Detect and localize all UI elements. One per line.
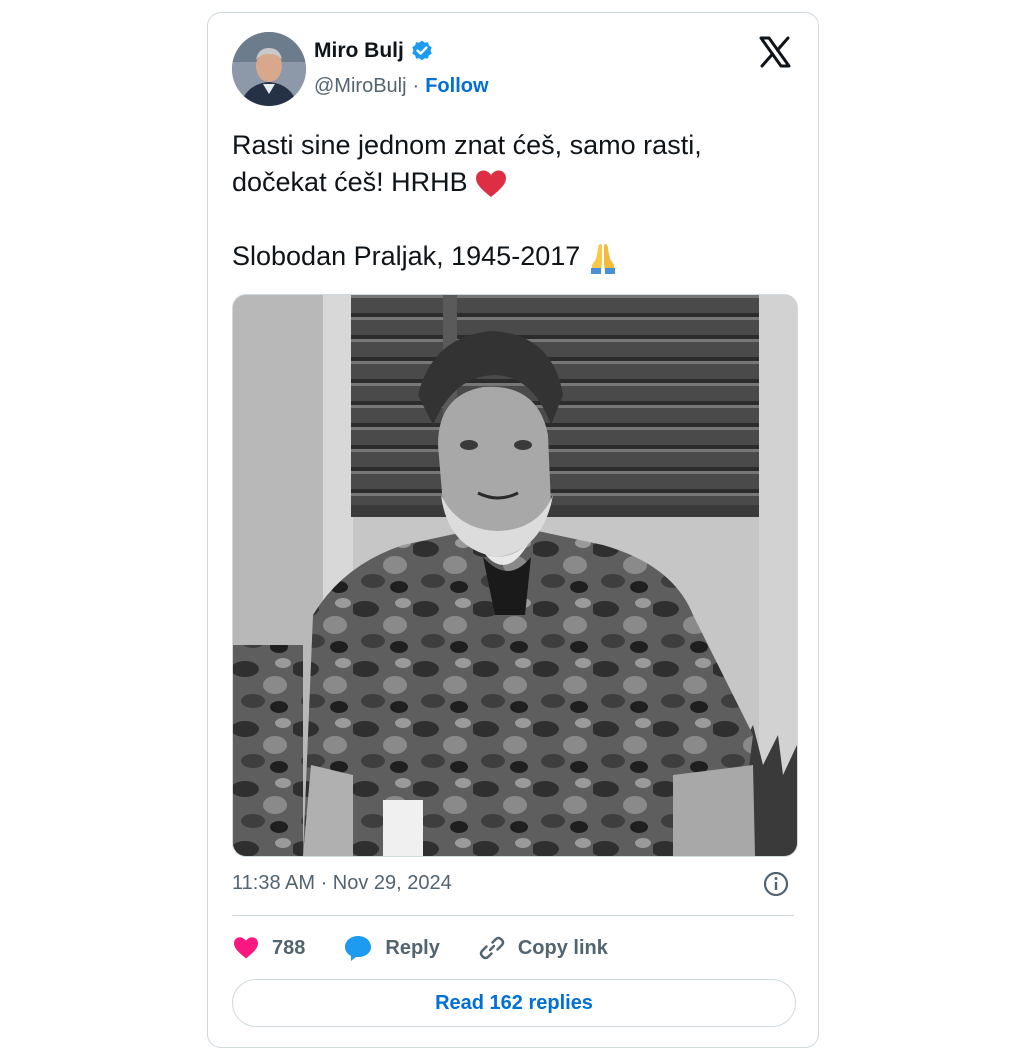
handle-separator: · bbox=[412, 75, 420, 97]
author-handle[interactable]: @MiroBulj bbox=[314, 75, 407, 98]
verified-badge-icon bbox=[412, 40, 432, 61]
action-bar: 788 Reply Copy link bbox=[232, 931, 646, 965]
tweet-text: Rasti sine jednom znat ćeš, samo rasti, … bbox=[232, 127, 792, 275]
author-name-row: Miro Bulj bbox=[314, 39, 434, 63]
tweet-line-2: dočekat ćeš! HRHB bbox=[232, 164, 792, 201]
author-name[interactable]: Miro Bulj bbox=[314, 39, 404, 63]
copy-link-button[interactable]: Copy link bbox=[478, 934, 608, 962]
tweet-line-1: Rasti sine jednom znat ćeš, samo rasti, bbox=[232, 130, 702, 160]
tweet-timestamp[interactable]: 11:38 AM · Nov 29, 2024 bbox=[232, 872, 452, 895]
author-handle-row: @MiroBulj · Follow bbox=[314, 75, 489, 98]
folded-hands-icon bbox=[591, 243, 616, 274]
link-icon bbox=[479, 936, 505, 960]
heart-icon bbox=[234, 937, 258, 959]
like-button[interactable]: 788 bbox=[232, 936, 305, 960]
reply-label: Reply bbox=[385, 936, 440, 959]
copy-link-label: Copy link bbox=[517, 936, 608, 959]
red-heart-icon bbox=[475, 170, 506, 197]
x-logo-icon[interactable] bbox=[758, 35, 792, 69]
read-replies-button[interactable]: Read 162 replies bbox=[232, 979, 796, 1027]
reply-bubble-icon bbox=[345, 936, 372, 961]
tweet-photo[interactable] bbox=[232, 294, 798, 857]
likes-count: 788 bbox=[272, 936, 306, 959]
avatar[interactable] bbox=[232, 32, 306, 106]
tweet-line-2-text: dočekat ćeš! HRHB bbox=[232, 167, 468, 197]
info-icon[interactable] bbox=[762, 870, 790, 898]
tweet-card: Miro Bulj @MiroBulj · Follow Rasti sine … bbox=[207, 12, 819, 1048]
divider bbox=[232, 915, 794, 916]
follow-button[interactable]: Follow bbox=[425, 75, 488, 98]
reply-button[interactable]: Reply bbox=[343, 934, 440, 962]
tweet-line-3-text: Slobodan Praljak, 1945-2017 bbox=[232, 241, 581, 271]
tweet-line-3: Slobodan Praljak, 1945-2017 bbox=[232, 238, 792, 275]
